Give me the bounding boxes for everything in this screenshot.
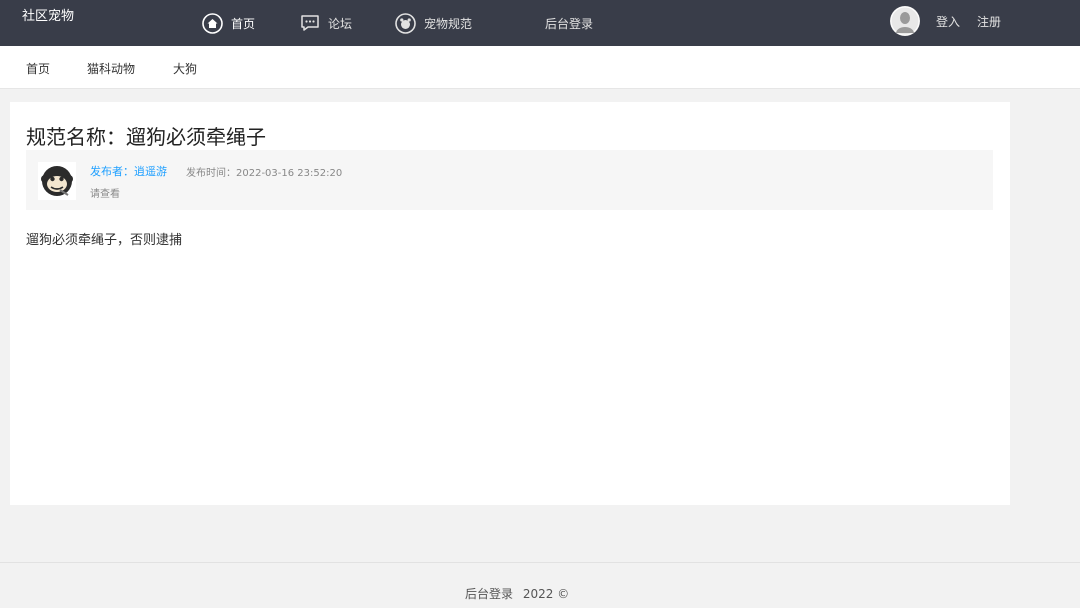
user-avatar-icon[interactable] [890,6,920,36]
chat-icon [300,14,320,32]
article-card: 规范名称：遛狗必须牵绳子 发布者：逍遥游 发布时间：2022-03-16 23:… [10,102,1010,505]
nav-pet-rules[interactable]: 宠物规范 [395,0,472,46]
login-link[interactable]: 登入 [936,13,960,30]
footer-text: 后台登录 2022 © [465,585,569,602]
article-meta: 发布者：逍遥游 发布时间：2022-03-16 23:52:20 请查看 [26,150,993,210]
article-summary: 请查看 [90,189,120,200]
nav-home[interactable]: 首页 [202,0,255,46]
page-footer: 后台登录 2022 © [0,562,1080,608]
subnav-item-felines[interactable]: 猫科动物 [87,60,135,77]
footer-admin-link[interactable]: 后台登录 [465,587,513,601]
article-content: 遛狗必须牵绳子，否则逮捕 [26,233,183,248]
nav-forum-label: 论坛 [328,16,353,31]
author-avatar[interactable] [38,162,76,200]
register-link[interactable]: 注册 [977,13,1001,30]
publish-time: 发布时间：2022-03-16 23:52:20 [186,168,343,179]
subnav-item-big-dogs[interactable]: 大狗 [173,60,197,77]
site-logo[interactable]: 社区宠物 [22,5,74,24]
author-link[interactable]: 发布者：逍遥游 [90,163,167,179]
nav-forum[interactable]: 论坛 [300,0,352,46]
subnav-item-home[interactable]: 首页 [26,60,50,77]
nav-admin-login-label: 后台登录 [545,16,594,31]
nav-admin-login[interactable]: 后台登录 [545,0,593,46]
top-navbar: 社区宠物 首页 论坛 宠物规范 后台登录 登入 注册 [0,0,1080,46]
nav-pet-rules-label: 宠物规范 [424,16,473,31]
pet-icon [395,12,416,34]
home-icon [202,12,223,34]
sub-navigation: 首页 猫科动物 大狗 [0,46,1080,89]
nav-home-label: 首页 [231,16,256,31]
footer-copyright: 2022 © [522,587,570,601]
article-title: 规范名称：遛狗必须牵绳子 [26,125,266,149]
